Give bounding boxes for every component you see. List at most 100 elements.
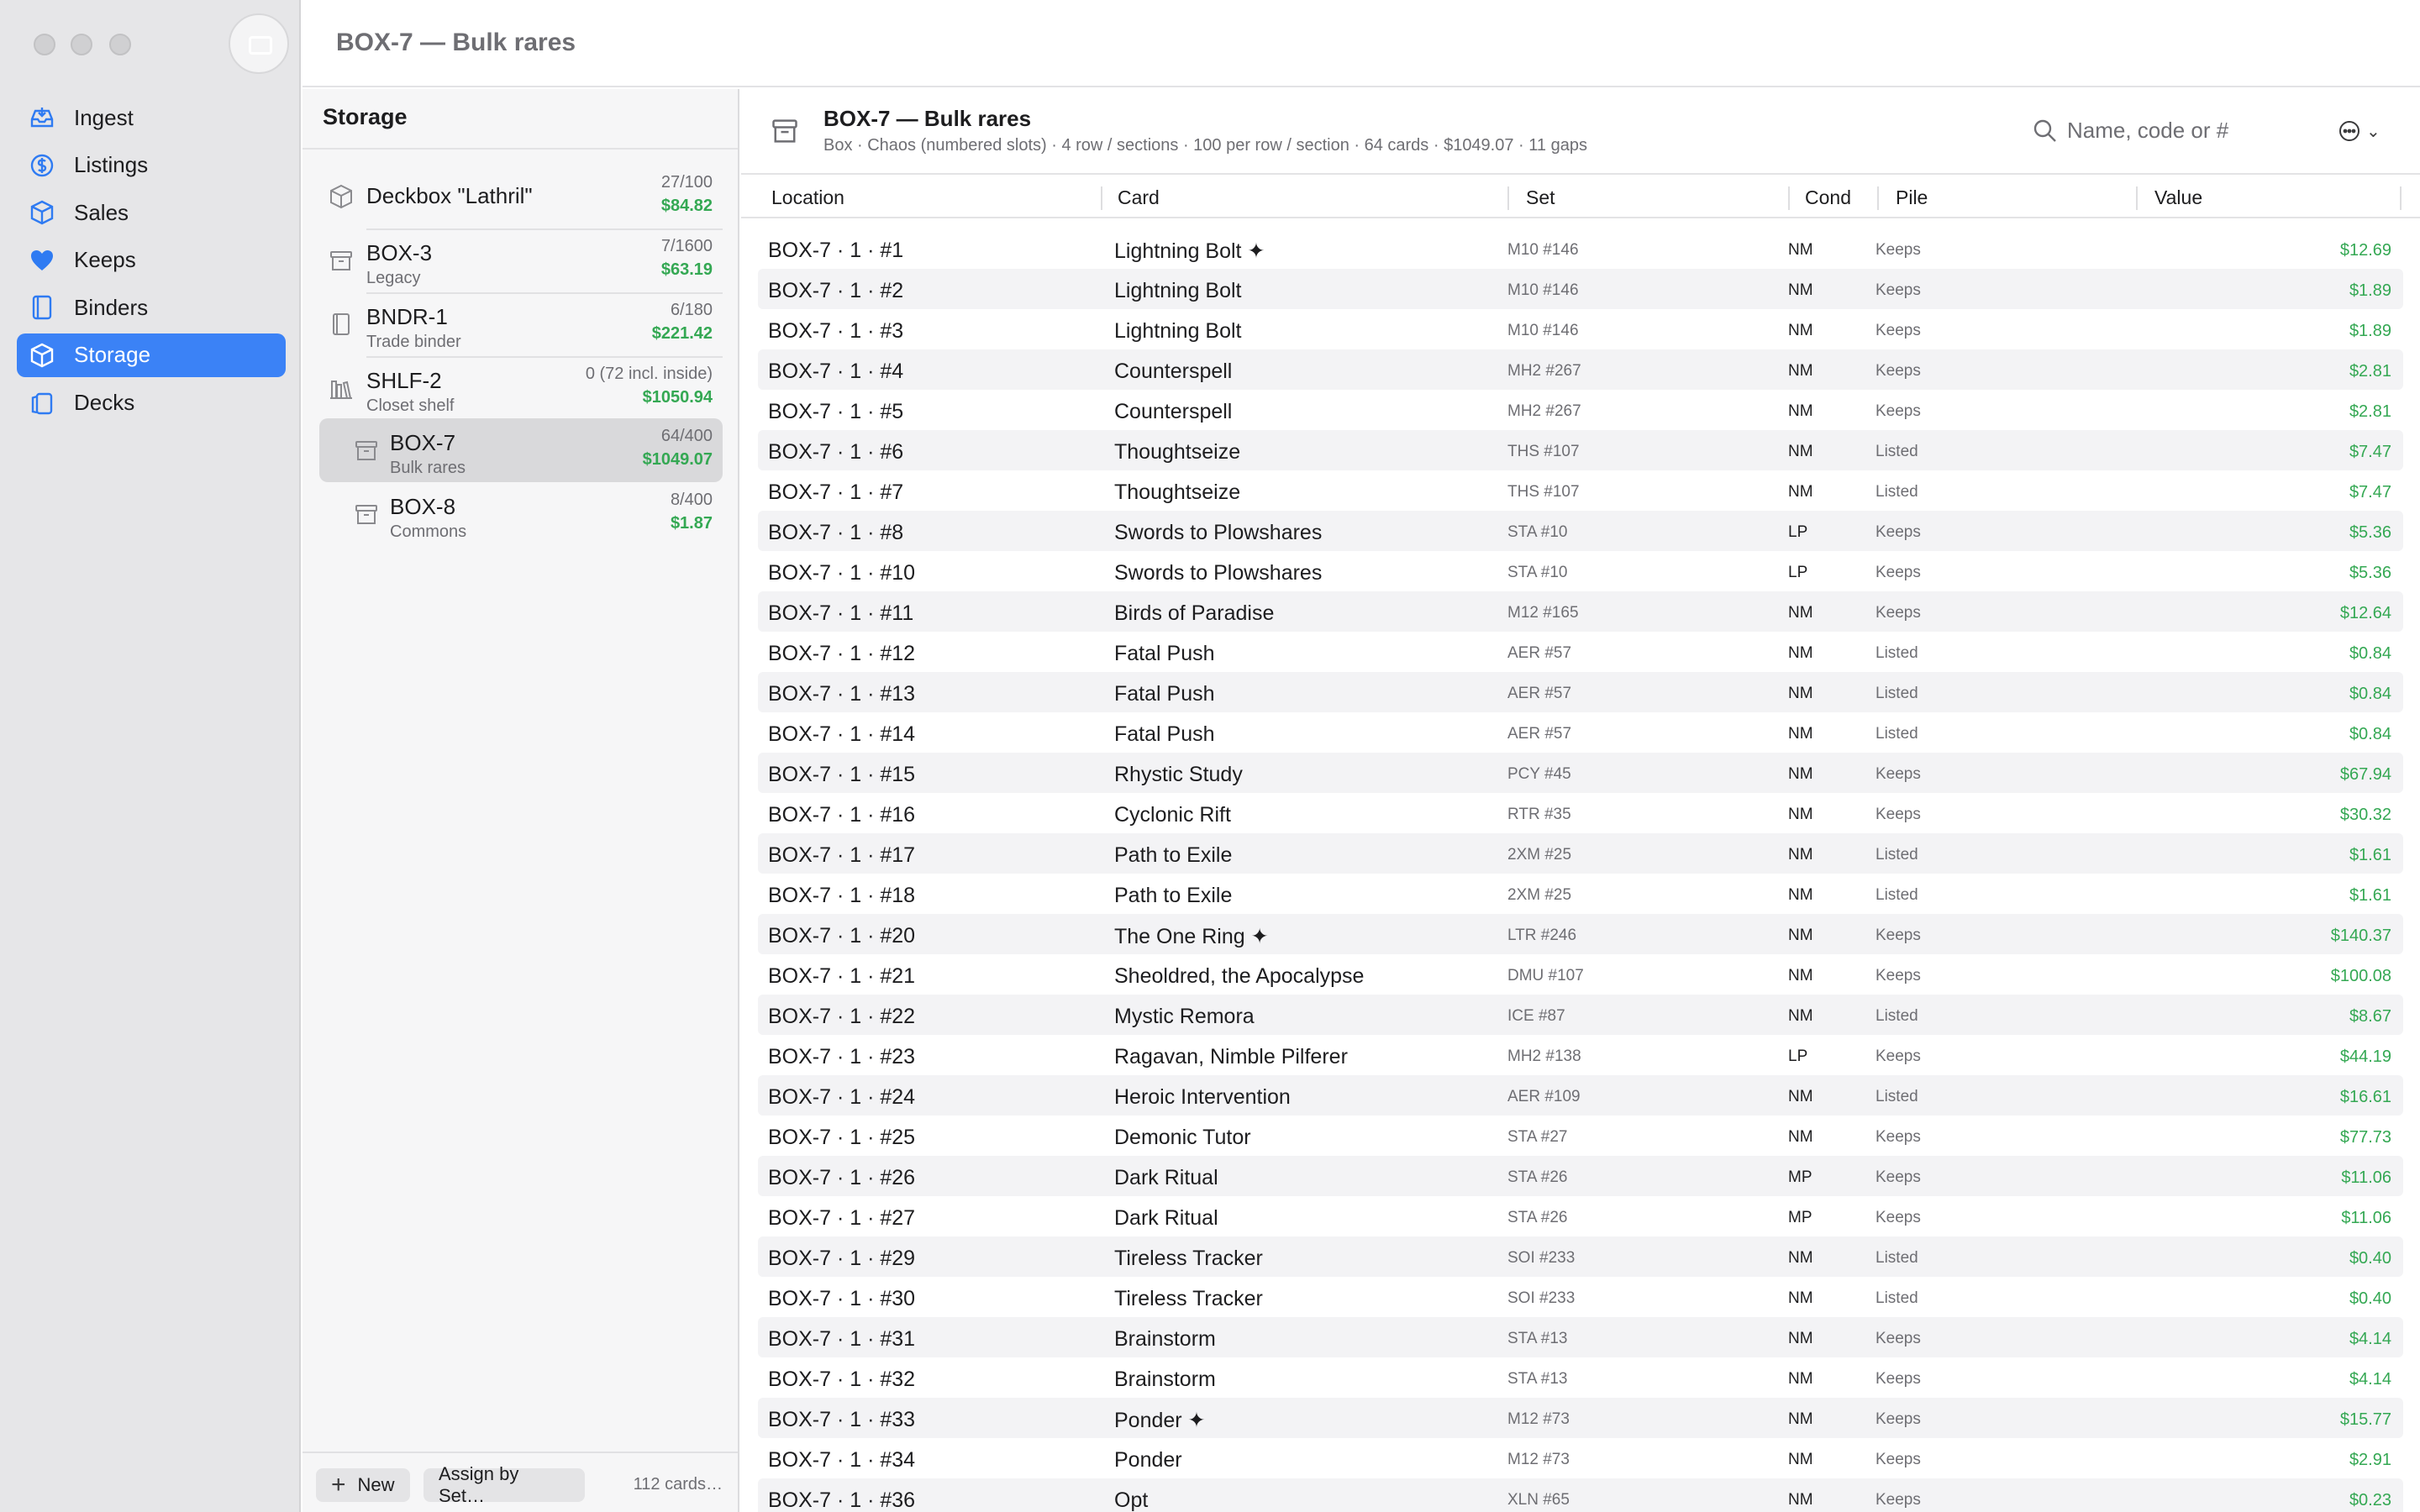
table-row[interactable]: BOX-7 · 1 · #26 Dark Ritual STA #26 MP Keeps… — [758, 1156, 2403, 1196]
table-row[interactable]: BOX-7 · 1 · #7 Thoughtseize THS #107 NM List… — [758, 470, 2403, 511]
column-divider[interactable] — [2136, 186, 2138, 210]
table-row[interactable]: BOX-7 · 1 · #27 Dark Ritual STA #26 MP Keeps… — [758, 1196, 2403, 1236]
table-row[interactable]: BOX-7 · 1 · #12 Fatal Push AER #57 NM Listed… — [758, 632, 2403, 672]
column-divider[interactable] — [1788, 186, 1790, 210]
table-row[interactable]: BOX-7 · 1 · #36 Opt XLN #65 NM Keeps $0.23 — [758, 1478, 2403, 1512]
table-row[interactable]: BOX-7 · 1 · #10 Swords to Plowshares STA #… — [758, 551, 2403, 591]
table-row[interactable]: BOX-7 · 1 · #23 Ragavan, Nimble Pilferer M… — [758, 1035, 2403, 1075]
window-minimize-button[interactable] — [71, 34, 92, 55]
column-divider[interactable] — [2400, 186, 2402, 210]
cell-pile: Keeps — [1876, 1491, 1921, 1509]
storage-item-shlf-2[interactable]: SHLF-2 Closet shelf 0 (72 incl. inside) … — [319, 356, 723, 420]
storage-detail-panel: BOX-7 — Bulk rares Box · Chaos (numbered… — [741, 89, 2420, 1512]
column-divider[interactable] — [1507, 186, 1509, 210]
ellipsis-circle-icon — [2339, 121, 2360, 141]
tray-icon — [29, 104, 55, 131]
new-storage-button[interactable]: + New — [316, 1468, 410, 1502]
storage-item-deckbox-lathril[interactable]: Deckbox "Lathril" 27/100 $84.82 — [319, 165, 723, 228]
sidebar-item-keeps[interactable]: Keeps — [17, 239, 286, 282]
table-row[interactable]: BOX-7 · 1 · #29 Tireless Tracker SOI #233 N… — [758, 1236, 2403, 1277]
assign-by-set-button[interactable]: Assign by Set… — [424, 1463, 585, 1506]
table-row[interactable]: BOX-7 · 1 · #13 Fatal Push AER #57 NM Listed… — [758, 672, 2403, 712]
storage-item-box-8[interactable]: BOX-8 Commons 8/400 $1.87 — [319, 482, 723, 546]
more-options-button[interactable]: ⌄ — [2338, 118, 2388, 144]
cell-value: $140.37 — [2330, 927, 2391, 945]
storage-item-bndr-1[interactable]: BNDR-1 Trade binder 6/180 $221.42 — [319, 292, 723, 356]
cell-card-name: Path to Exile — [1114, 884, 1233, 907]
table-row[interactable]: BOX-7 · 1 · #24 Heroic Intervention AER #1… — [758, 1075, 2403, 1116]
table-row[interactable]: BOX-7 · 1 · #32 Brainstorm STA #13 NM Keeps $… — [758, 1357, 2403, 1398]
storage-item-subtitle: Commons — [390, 522, 467, 541]
column-divider[interactable] — [1877, 186, 1879, 210]
cell-value: $1.89 — [2349, 322, 2391, 340]
table-row[interactable]: BOX-7 · 1 · #17 Path to Exile 2XM #25 NM Lis… — [758, 833, 2403, 874]
chevron-down-icon: ⌄ — [2366, 122, 2381, 141]
search-input[interactable] — [2067, 111, 2286, 150]
cell-set: STA #10 — [1507, 564, 1568, 581]
cell-set: SOI #233 — [1507, 1289, 1576, 1307]
cell-set: AER #57 — [1507, 644, 1572, 662]
cell-card-name: The One Ring ✦ — [1114, 925, 1269, 948]
cell-pile: Keeps — [1876, 564, 1921, 581]
table-row[interactable]: BOX-7 · 1 · #33 Ponder ✦ M12 #73 NM Keeps $15… — [758, 1398, 2403, 1438]
table-row[interactable]: BOX-7 · 1 · #20 The One Ring ✦ LTR #246 NM K… — [758, 914, 2403, 954]
sidebar-toggle-button[interactable] — [229, 13, 289, 74]
cell-card-name: Fatal Push — [1114, 682, 1215, 706]
cell-card-name: Fatal Push — [1114, 722, 1215, 746]
cell-pile: Keeps — [1876, 604, 1921, 622]
cell-card-name: Heroic Intervention — [1114, 1085, 1291, 1109]
table-row[interactable]: BOX-7 · 1 · #6 Thoughtseize THS #107 NM List… — [758, 430, 2403, 470]
column-header-location[interactable]: Location — [771, 186, 844, 209]
table-row[interactable]: BOX-7 · 1 · #14 Fatal Push AER #57 NM Listed… — [758, 712, 2403, 753]
table-row[interactable]: BOX-7 · 1 · #25 Demonic Tutor STA #27 NM Kee… — [758, 1116, 2403, 1156]
cell-value: $0.84 — [2349, 644, 2391, 663]
column-header-set[interactable]: Set — [1526, 186, 1555, 209]
table-row[interactable]: BOX-7 · 1 · #5 Counterspell MH2 #267 NM Keep… — [758, 390, 2403, 430]
sidebar-item-binders[interactable]: Binders — [17, 286, 286, 329]
cell-condition: NM — [1788, 967, 1813, 984]
table-row[interactable]: BOX-7 · 1 · #3 Lightning Bolt M10 #146 NM Ke… — [758, 309, 2403, 349]
sidebar-item-ingest[interactable]: Ingest — [17, 96, 286, 139]
table-row[interactable]: BOX-7 · 1 · #22 Mystic Remora ICE #87 NM Lis… — [758, 995, 2403, 1035]
sidebar-item-decks[interactable]: Decks — [17, 381, 286, 425]
table-row[interactable]: BOX-7 · 1 · #4 Counterspell MH2 #267 NM Keep… — [758, 349, 2403, 390]
cell-location: BOX-7 · 1 · #16 — [768, 803, 916, 827]
table-row[interactable]: BOX-7 · 1 · #18 Path to Exile 2XM #25 NM Lis… — [758, 874, 2403, 914]
window-close-button[interactable] — [34, 34, 55, 55]
column-divider[interactable] — [1101, 186, 1102, 210]
cell-location: BOX-7 · 1 · #11 — [768, 601, 914, 625]
cell-set: RTR #35 — [1507, 806, 1571, 823]
cell-condition: NM — [1788, 846, 1813, 864]
cell-set: STA #26 — [1507, 1209, 1568, 1226]
window-zoom-button[interactable] — [109, 34, 131, 55]
storage-item-box-3[interactable]: BOX-3 Legacy 7/1600 $63.19 — [319, 228, 723, 292]
table-row[interactable]: BOX-7 · 1 · #11 Birds of Paradise M12 #165… — [758, 591, 2403, 632]
sidebar: Ingest Listings Sales Keeps Binders Stor… — [0, 0, 301, 1512]
cell-pile: Keeps — [1876, 1330, 1921, 1347]
column-header-cond[interactable]: Cond — [1805, 186, 1851, 209]
table-row[interactable]: BOX-7 · 1 · #8 Swords to Plowshares STA #1… — [758, 511, 2403, 551]
table-row[interactable]: BOX-7 · 1 · #31 Brainstorm STA #13 NM Keeps $… — [758, 1317, 2403, 1357]
column-header-card[interactable]: Card — [1118, 186, 1160, 209]
table-row[interactable]: BOX-7 · 1 · #2 Lightning Bolt M10 #146 NM Ke… — [758, 269, 2403, 309]
sidebar-item-label: Sales — [74, 199, 129, 225]
column-header-value[interactable]: Value — [2154, 186, 2202, 209]
table-row[interactable]: BOX-7 · 1 · #30 Tireless Tracker SOI #233 N… — [758, 1277, 2403, 1317]
sidebar-item-storage[interactable]: Storage — [17, 333, 286, 377]
cell-pile: Keeps — [1876, 765, 1921, 783]
table-row[interactable]: BOX-7 · 1 · #15 Rhystic Study PCY #45 NM Kee… — [758, 753, 2403, 793]
cell-condition: NM — [1788, 362, 1813, 380]
table-row[interactable]: BOX-7 · 1 · #34 Ponder M12 #73 NM Keeps $2.91 — [758, 1438, 2403, 1478]
detail-title: BOX-7 — Bulk rares — [823, 106, 1032, 131]
cell-card-name: Thoughtseize — [1114, 480, 1241, 504]
cell-pile: Keeps — [1876, 362, 1921, 380]
cell-set: M10 #146 — [1507, 241, 1579, 259]
cell-value: $1.61 — [2349, 846, 2391, 864]
table-row[interactable]: BOX-7 · 1 · #16 Cyclonic Rift RTR #35 NM Kee… — [758, 793, 2403, 833]
table-row[interactable]: BOX-7 · 1 · #21 Sheoldred, the Apocalypse… — [758, 954, 2403, 995]
sidebar-item-listings[interactable]: Listings — [17, 144, 286, 187]
column-header-pile[interactable]: Pile — [1896, 186, 1928, 209]
sidebar-item-sales[interactable]: Sales — [17, 191, 286, 234]
storage-item-box-7[interactable]: BOX-7 Bulk rares 64/400 $1049.07 — [319, 418, 723, 482]
table-row[interactable]: BOX-7 · 1 · #1 Lightning Bolt ✦ M10 #146 NM… — [758, 228, 2403, 269]
